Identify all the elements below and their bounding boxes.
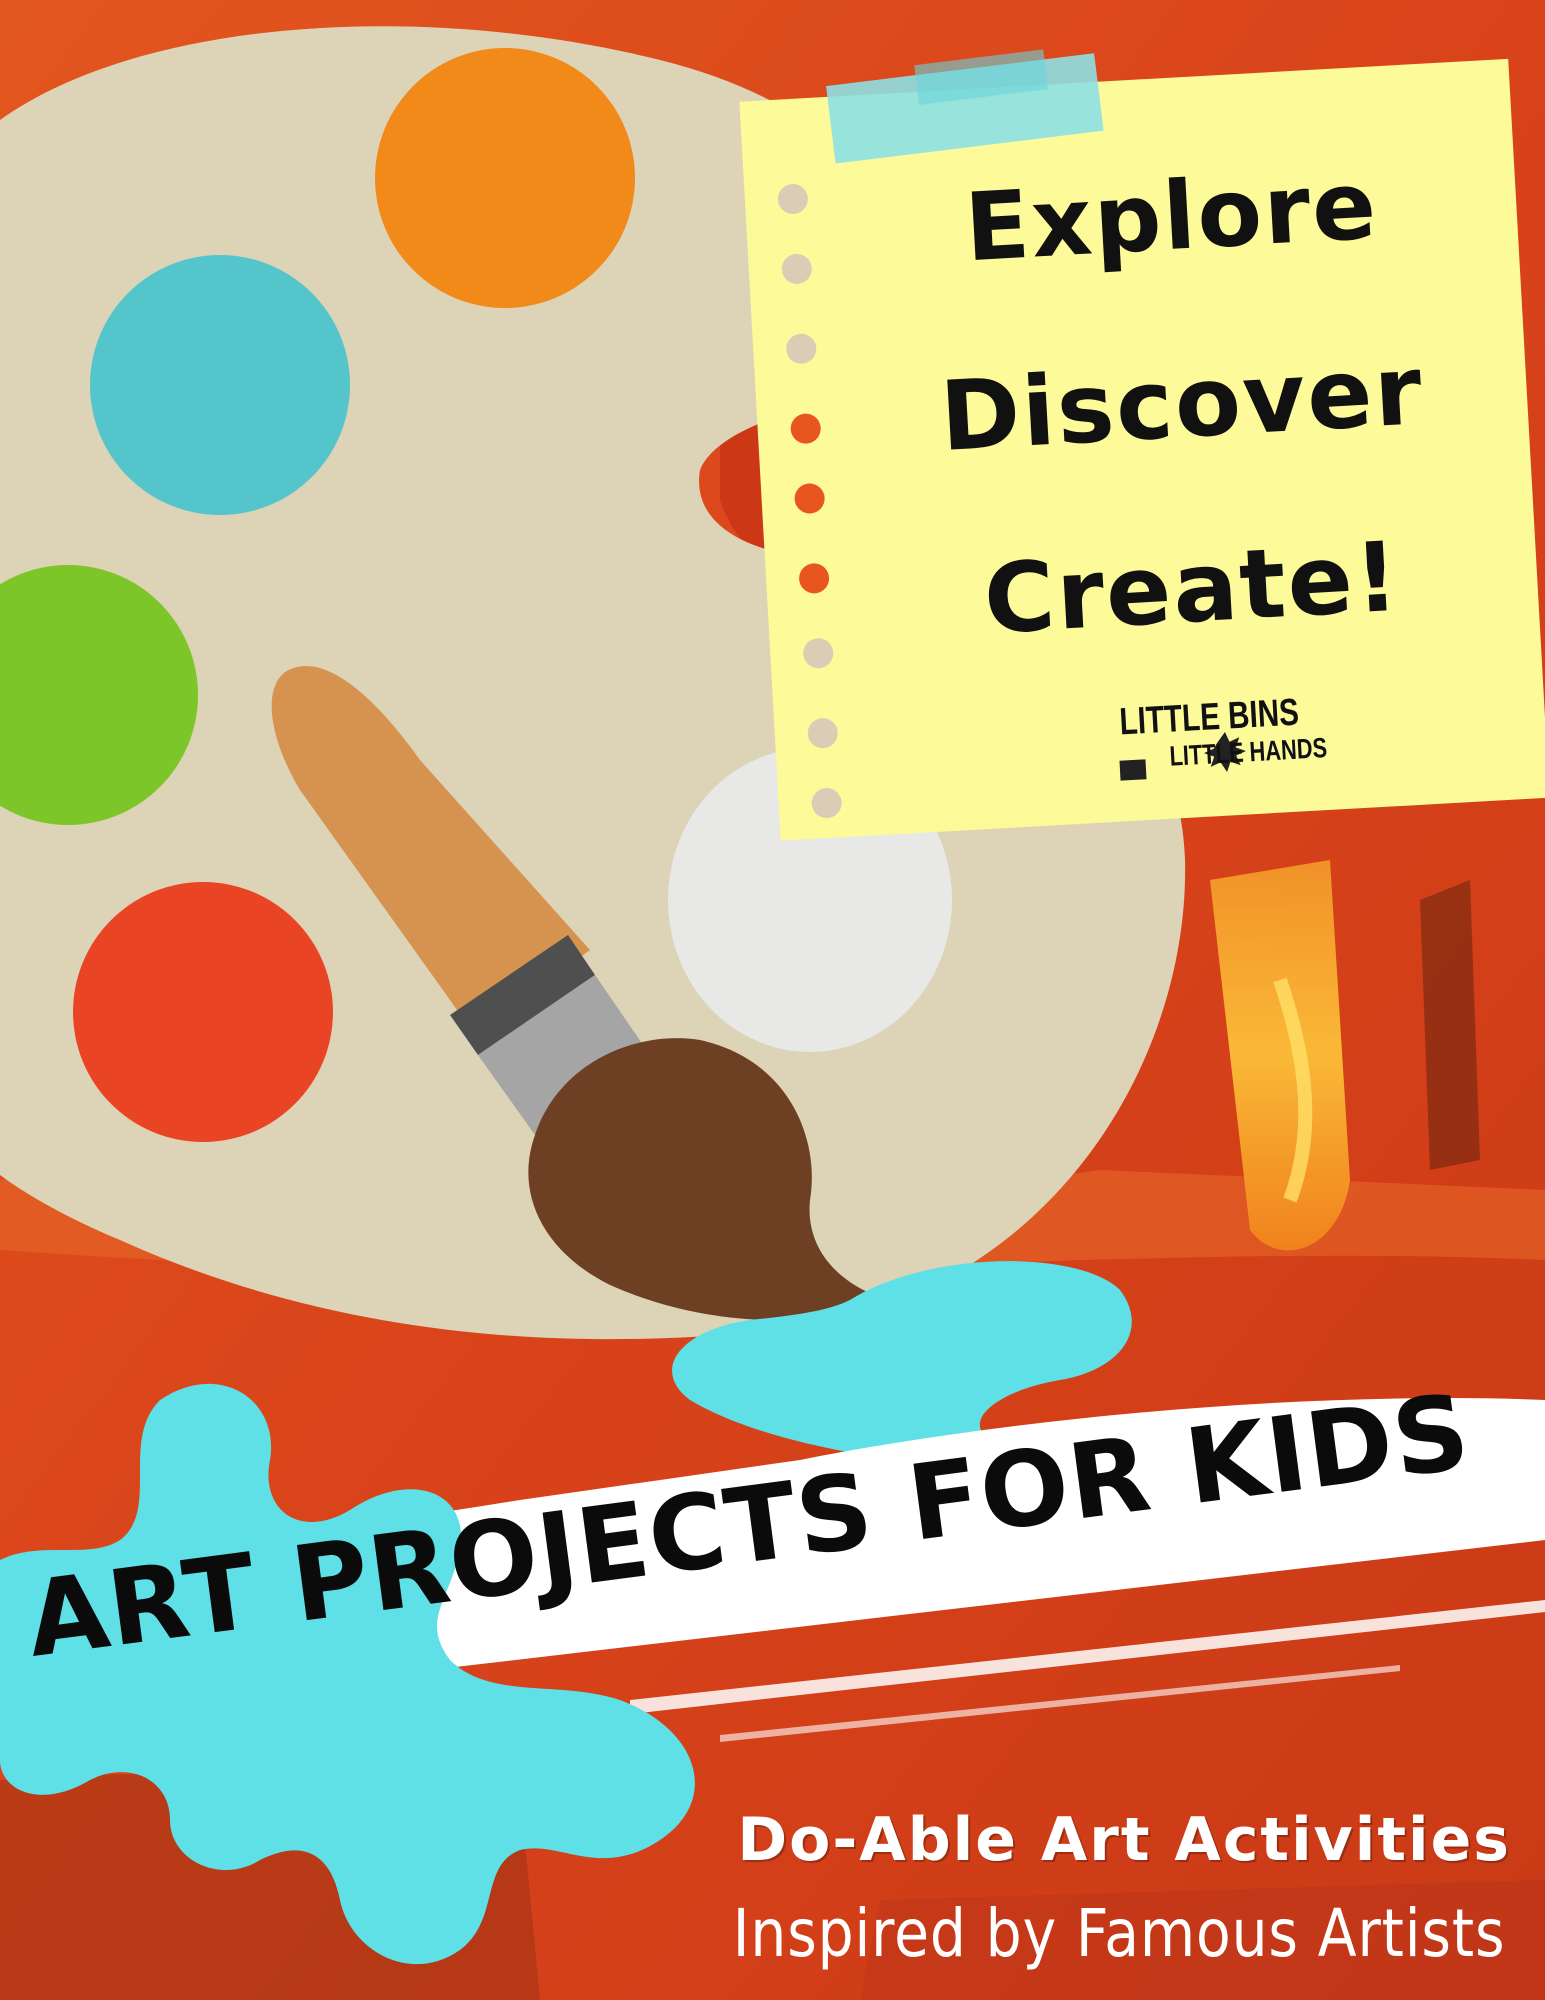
note-text-layer: Explore Discover Create! LITTLE BINS LIT… [739,59,1545,841]
note-line-discover: Discover [937,334,1427,473]
subtitle-line-2: Inspired by Famous Artists [732,1895,1505,1972]
paint-dot-orange [375,48,635,308]
note-line-explore: Explore [962,151,1381,284]
paint-dot-red [73,882,333,1142]
note-line-create: Create! [981,520,1404,656]
subtitle-line-1: Do-Able Art Activities [737,1805,1511,1875]
paint-dot-blue [90,255,350,515]
paint-stroke [1420,880,1480,1170]
cover: Explore Discover Create! LITTLE BINS LIT… [0,0,1545,2000]
